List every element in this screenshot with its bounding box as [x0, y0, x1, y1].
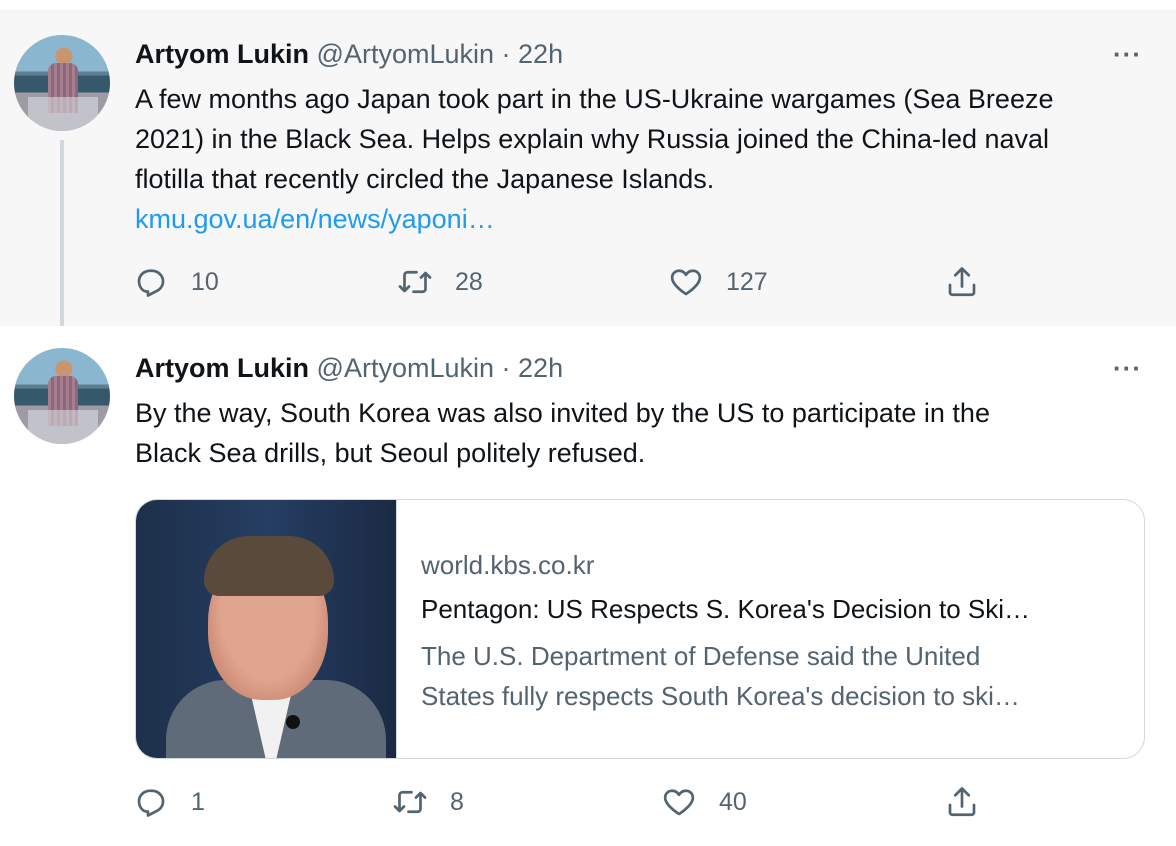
card-domain: world.kbs.co.kr: [421, 550, 595, 580]
tweet-header: Artyom Lukin @ArtyomLukin · 22h: [135, 39, 563, 70]
reply-button[interactable]: 1: [133, 784, 205, 820]
card-description-line: States fully respects South Korea's deci…: [421, 681, 1020, 711]
retweet-icon: [393, 790, 427, 814]
tweet-actions: 1 8 40: [0, 784, 1176, 824]
heart-icon: [663, 789, 695, 816]
card-image-hair: [204, 536, 334, 596]
share-button[interactable]: [944, 784, 1002, 820]
heart-icon: [670, 269, 702, 296]
timestamp[interactable]: 22h: [518, 39, 563, 69]
card-image: [136, 500, 397, 758]
tweet-text-line: Black Sea drills, but Seoul politely ref…: [135, 438, 646, 468]
retweet-icon: [398, 270, 432, 294]
retweet-count: 8: [450, 787, 464, 816]
like-button[interactable]: 40: [661, 784, 747, 820]
author-name[interactable]: Artyom Lukin: [135, 39, 309, 69]
author-name[interactable]: Artyom Lukin: [135, 353, 309, 383]
retweet-count: 28: [455, 267, 483, 296]
tweet-text: A few months ago Japan took part in the …: [135, 79, 1150, 239]
author-handle[interactable]: @ArtyomLukin: [317, 353, 494, 383]
author-handle[interactable]: @ArtyomLukin: [317, 39, 494, 69]
tweet-text: By the way, South Korea was also invited…: [135, 393, 1150, 473]
avatar[interactable]: [14, 35, 110, 131]
top-divider: [0, 0, 1176, 11]
like-button[interactable]: 127: [668, 264, 768, 300]
avatar[interactable]: [14, 348, 110, 444]
like-count: 127: [726, 267, 768, 296]
tweet-text-line: flotilla that recently circled the Japan…: [135, 164, 715, 194]
card-description-line: The U.S. Department of Defense said the …: [421, 641, 981, 671]
share-button[interactable]: [944, 264, 1002, 300]
reply-icon: [137, 789, 165, 817]
timestamp[interactable]: 22h: [518, 353, 563, 383]
reply-button[interactable]: 10: [133, 264, 219, 300]
card-description: The U.S. Department of Defense said the …: [421, 636, 1121, 716]
tweet-text-line: A few months ago Japan took part in the …: [135, 84, 1054, 114]
separator-dot: ·: [501, 353, 511, 383]
share-icon: [948, 787, 976, 817]
retweet-button[interactable]: 8: [392, 784, 464, 820]
tweet-text-line: 2021) in the Black Sea. Helps explain wh…: [135, 124, 1050, 154]
card-title: Pentagon: US Respects S. Korea's Decisio…: [421, 594, 1031, 624]
tweet-actions: 10 28 127: [0, 264, 1176, 304]
more-options-icon[interactable]: ···: [1113, 39, 1142, 70]
tweet[interactable]: Artyom Lukin @ArtyomLukin · 22h ··· By t…: [0, 326, 1176, 846]
link-card[interactable]: world.kbs.co.kr Pentagon: US Respects S.…: [135, 499, 1145, 759]
like-count: 40: [719, 787, 747, 816]
retweet-button[interactable]: 28: [397, 264, 483, 300]
reply-count: 1: [191, 787, 205, 816]
thread-connector: [60, 140, 64, 342]
more-options-icon[interactable]: ···: [1113, 353, 1142, 384]
tweet-link[interactable]: kmu.gov.ua/en/news/yaponi…: [135, 199, 1150, 239]
share-icon: [948, 267, 976, 297]
tweet-text-line: By the way, South Korea was also invited…: [135, 398, 990, 428]
reply-count: 10: [191, 267, 219, 296]
tweet-header: Artyom Lukin @ArtyomLukin · 22h: [135, 353, 563, 384]
tweet[interactable]: Artyom Lukin @ArtyomLukin · 22h ··· A fe…: [0, 11, 1176, 326]
separator-dot: ·: [501, 39, 511, 69]
reply-icon: [137, 269, 165, 297]
card-image-microphone: [286, 715, 300, 729]
